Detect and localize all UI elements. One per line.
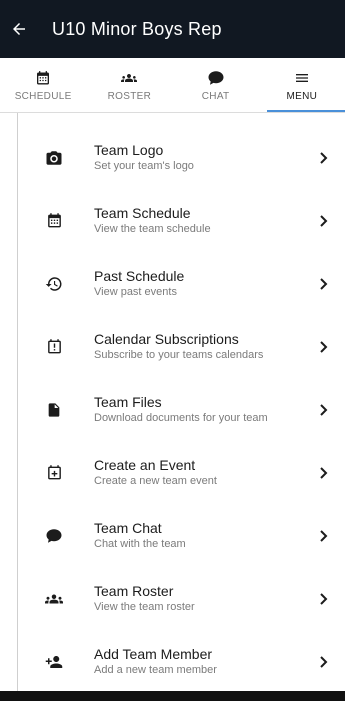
menu-item-team-chat[interactable]: Team Chat Chat with the team	[18, 504, 345, 568]
menu-list: Team Logo Set your team's logo Team Sche…	[17, 113, 345, 691]
menu-item-title: Team Schedule	[94, 205, 191, 221]
tab-menu[interactable]: MENU	[259, 58, 345, 112]
menu-icon	[295, 74, 308, 82]
tab-chat[interactable]: CHAT	[173, 58, 259, 112]
menu-item-subtitle: Add a new team member	[94, 664, 217, 676]
chevron-right-icon	[320, 656, 328, 668]
menu-item-subtitle: Chat with the team	[94, 538, 186, 550]
arrow-left-icon	[13, 23, 25, 35]
calendar-icon	[47, 213, 61, 228]
tab-roster[interactable]: ROSTER	[86, 58, 172, 112]
menu-item-subtitle: View past events	[94, 286, 177, 298]
chevron-right-icon	[320, 278, 328, 290]
chevron-right-icon	[320, 215, 328, 227]
chevron-right-icon	[320, 530, 328, 542]
menu-item-team-logo[interactable]: Team Logo Set your team's logo	[18, 126, 345, 190]
tab-menu-label: MENU	[286, 91, 318, 102]
chevron-right-icon	[320, 593, 328, 605]
tab-bar: SCHEDULE ROSTER CHAT MENU	[0, 58, 345, 113]
menu-item-subtitle: Set your team's logo	[94, 160, 194, 172]
menu-item-subtitle: Create a new team event	[94, 475, 217, 487]
menu-item-title: Create an Event	[94, 457, 196, 473]
menu-item-team-files[interactable]: Team Files Download documents for your t…	[18, 378, 345, 442]
file-icon	[48, 403, 60, 417]
chevron-right-icon	[320, 341, 328, 353]
chevron-right-icon	[320, 467, 328, 479]
menu-item-subtitle: Subscribe to your teams calendars	[94, 349, 264, 361]
tab-roster-label: ROSTER	[107, 91, 152, 102]
menu-item-past-schedule[interactable]: Past Schedule View past events	[18, 252, 345, 316]
menu-item-title: Add Team Member	[94, 646, 213, 662]
menu-item-title: Team Logo	[94, 142, 164, 158]
calendar-icon	[37, 70, 50, 84]
tab-schedule[interactable]: SCHEDULE	[0, 58, 86, 112]
menu-item-title: Team Roster	[94, 583, 174, 599]
menu-item-team-roster[interactable]: Team Roster View the team roster	[18, 567, 345, 631]
menu-item-calendar-subscriptions[interactable]: Calendar Subscriptions Subscribe to your…	[18, 315, 345, 379]
menu-item-create-event[interactable]: Create an Event Create a new team event	[18, 441, 345, 505]
tab-schedule-label: SCHEDULE	[14, 91, 72, 102]
chat-bubble-icon	[208, 71, 224, 85]
people-icon	[45, 594, 63, 604]
camera-icon	[46, 151, 62, 165]
people-icon	[121, 74, 138, 82]
chevron-right-icon	[320, 404, 328, 416]
calendar-alert-icon	[47, 339, 61, 354]
menu-item-subtitle: View the team roster	[94, 601, 195, 613]
menu-item-title: Team Chat	[94, 520, 162, 536]
menu-item-add-team-member[interactable]: Add Team Member Add a new team member	[18, 630, 345, 694]
menu-item-title: Team Files	[94, 394, 162, 410]
chevron-right-icon	[320, 152, 328, 164]
menu-item-subtitle: View the team schedule	[94, 223, 211, 235]
person-add-icon	[45, 656, 63, 668]
tab-chat-label: CHAT	[201, 91, 230, 102]
chat-bubble-icon	[46, 529, 62, 543]
menu-item-team-schedule[interactable]: Team Schedule View the team schedule	[18, 189, 345, 253]
menu-item-title: Calendar Subscriptions	[94, 331, 239, 347]
app-bar: U10 Minor Boys Rep	[0, 0, 345, 58]
menu-item-subtitle: Download documents for your team	[94, 412, 268, 424]
back-button[interactable]	[6, 16, 32, 42]
calendar-plus-icon	[47, 465, 61, 480]
history-icon	[45, 277, 62, 291]
bottom-edge	[0, 691, 345, 701]
page-title: U10 Minor Boys Rep	[52, 18, 222, 39]
menu-item-title: Past Schedule	[94, 268, 185, 284]
